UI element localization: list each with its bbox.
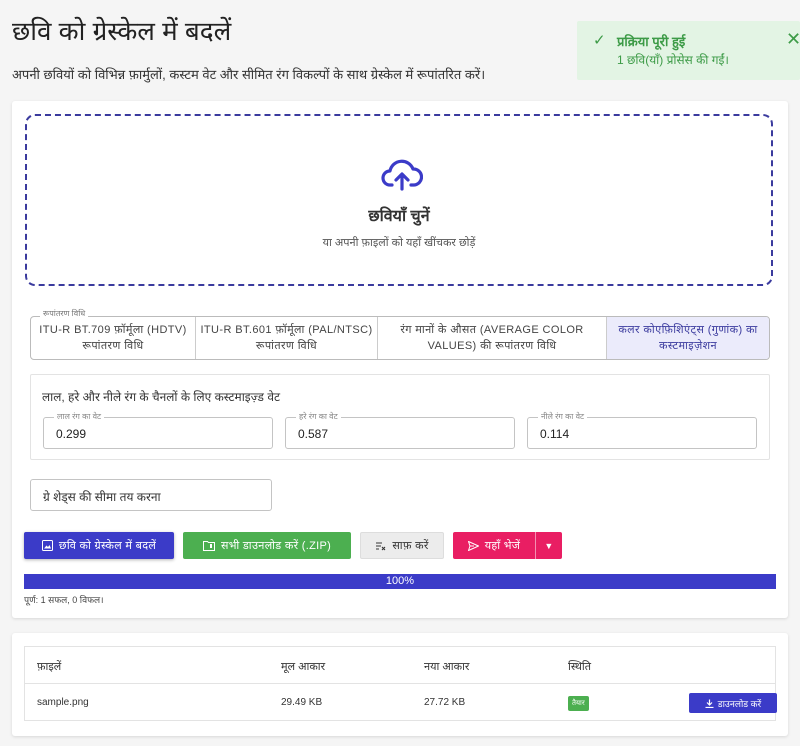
gray-threshold-label: ग्रे शेड्स की सीमा तय करना bbox=[43, 490, 161, 504]
results-table: फ़ाइलें मूल आकार नया आकार स्थिति sample.… bbox=[24, 646, 777, 721]
converter-card: छवियाँ चुनें या अपनी फ़ाइलों को यहाँ खीं… bbox=[12, 101, 788, 618]
custom-weights-panel: लाल, हरे और नीले रंग के चैनलों के लिए कस… bbox=[30, 374, 770, 460]
blue-weight-value: 0.114 bbox=[540, 427, 570, 441]
cloud-upload-icon bbox=[381, 159, 423, 191]
success-toast: ✓ प्रक्रिया पूरी हुई 1 छवि(याँ) प्रोसेस … bbox=[577, 21, 800, 80]
method-legend: रूपांतरण विधि bbox=[40, 308, 89, 319]
send-button[interactable]: यहाँ भेजें bbox=[453, 532, 535, 559]
convert-button[interactable]: छवि को ग्रेस्केल में बदलें bbox=[24, 532, 174, 559]
clear-button-label: साफ़ करें bbox=[392, 540, 429, 552]
method-option-average[interactable]: रंग मानों के औसत (AVERAGE COLOR VALUES) … bbox=[378, 317, 607, 359]
progress-label: 100% bbox=[385, 575, 415, 587]
red-weight-field[interactable]: लाल रंग का वेट 0.299 bbox=[43, 411, 273, 449]
red-weight-label: लाल रंग का वेट bbox=[54, 411, 105, 422]
file-dropzone[interactable]: छवियाँ चुनें या अपनी फ़ाइलों को यहाँ खीं… bbox=[25, 114, 773, 286]
progress-status: पूर्ण: 1 सफल, 0 विफल। bbox=[24, 595, 104, 605]
blue-weight-label: नीले रंग का वेट bbox=[538, 411, 588, 422]
original-size: 29.49 KB bbox=[281, 697, 323, 708]
red-weight-value: 0.299 bbox=[56, 427, 87, 441]
dropzone-hint: या अपनी फ़ाइलों को यहाँ खींचकर छोड़ें bbox=[322, 237, 476, 249]
send-dropdown-button[interactable]: ▼ bbox=[535, 532, 562, 559]
clear-icon bbox=[376, 541, 386, 550]
toast-title: प्रक्रिया पूरी हुई bbox=[617, 34, 686, 49]
header-status: स्थिति bbox=[568, 661, 592, 673]
download-button[interactable]: डाउनलोड करें bbox=[689, 693, 777, 713]
method-option-custom[interactable]: कलर कोएफ़िशिएंट्स (गुणांक) का कस्टमाइज़े… bbox=[607, 317, 769, 359]
download-zip-button[interactable]: सभी डाउनलोड करें (.ZIP) bbox=[183, 532, 351, 559]
status-badge: तैयार bbox=[568, 696, 589, 711]
send-icon bbox=[467, 540, 479, 551]
row-divider bbox=[25, 683, 775, 684]
gray-threshold-field[interactable]: ग्रे शेड्स की सीमा तय करना bbox=[30, 479, 272, 511]
dropzone-title: छवियाँ चुनें bbox=[368, 208, 430, 225]
download-icon bbox=[705, 699, 714, 708]
close-icon[interactable]: ✕ bbox=[786, 29, 800, 50]
chevron-down-icon: ▼ bbox=[544, 540, 554, 551]
clear-button[interactable]: साफ़ करें bbox=[360, 532, 444, 559]
check-icon: ✓ bbox=[593, 32, 606, 49]
folder-zip-icon bbox=[202, 541, 215, 551]
method-option-bt601[interactable]: ITU-R BT.601 फ़ॉर्मूला (PAL/NTSC) रूपांत… bbox=[196, 317, 378, 359]
convert-button-label: छवि को ग्रेस्केल में बदलें bbox=[58, 540, 157, 552]
page-subtitle: अपनी छवियों को विभिन्न फ़ार्मुलों, कस्टम… bbox=[12, 67, 486, 82]
green-weight-label: हरे रंग का वेट bbox=[296, 411, 341, 422]
page-title: छवि को ग्रेस्केल में बदलें bbox=[12, 16, 232, 46]
header-files: फ़ाइलें bbox=[37, 661, 62, 673]
header-original-size: मूल आकार bbox=[281, 661, 326, 673]
method-option-bt709[interactable]: ITU-R BT.709 फ़ॉर्मूला (HDTV) रूपांतरण व… bbox=[31, 317, 196, 359]
image-icon bbox=[41, 540, 53, 551]
toast-message: 1 छवि(याँ) प्रोसेस की गईं। bbox=[617, 53, 729, 67]
send-button-label: यहाँ भेजें bbox=[484, 540, 521, 552]
conversion-method-group: ITU-R BT.709 फ़ॉर्मूला (HDTV) रूपांतरण व… bbox=[30, 316, 770, 360]
header-new-size: नया आकार bbox=[424, 661, 470, 673]
blue-weight-field[interactable]: नीले रंग का वेट 0.114 bbox=[527, 411, 757, 449]
weights-title: लाल, हरे और नीले रंग के चैनलों के लिए कस… bbox=[42, 390, 281, 404]
file-name: sample.png bbox=[37, 697, 89, 708]
new-size: 27.72 KB bbox=[424, 697, 466, 708]
green-weight-value: 0.587 bbox=[298, 427, 329, 441]
download-zip-label: सभी डाउनलोड करें (.ZIP) bbox=[220, 540, 332, 552]
green-weight-field[interactable]: हरे रंग का वेट 0.587 bbox=[285, 411, 515, 449]
progress-bar: 100% bbox=[24, 574, 776, 589]
results-card: फ़ाइलें मूल आकार नया आकार स्थिति sample.… bbox=[12, 633, 788, 736]
download-button-label: डाउनलोड करें bbox=[717, 698, 762, 709]
